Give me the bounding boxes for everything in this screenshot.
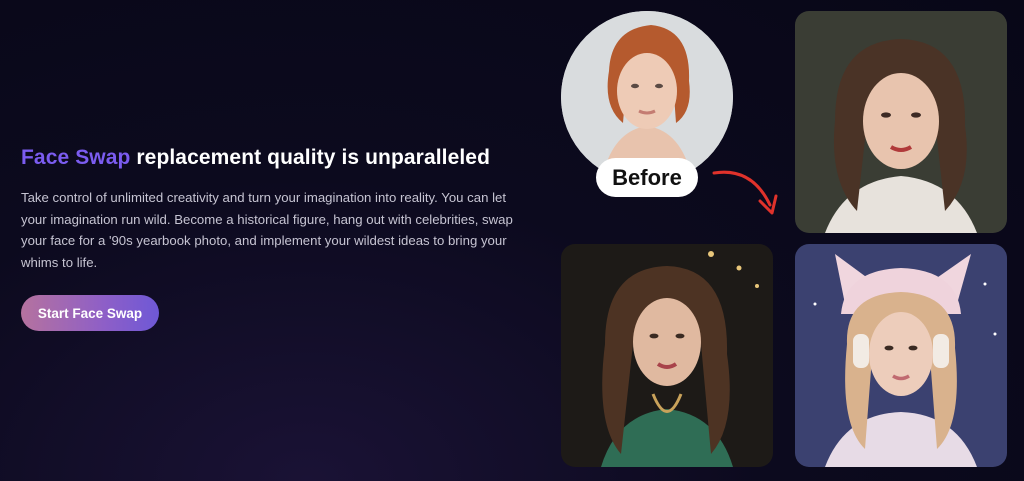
headline-accent: Face Swap bbox=[21, 146, 131, 169]
hero-description: Take control of unlimited creativity and… bbox=[21, 190, 513, 270]
before-label: Before bbox=[596, 158, 698, 197]
result-portrait-image bbox=[795, 11, 1007, 233]
result-portrait-image bbox=[795, 244, 1007, 467]
page-title: Face Swap replacement quality is unparal… bbox=[21, 146, 531, 170]
curved-arrow-icon bbox=[712, 170, 778, 215]
result-photo-1 bbox=[795, 11, 1007, 233]
start-face-swap-button[interactable]: Start Face Swap bbox=[21, 295, 159, 331]
hero-text: Face Swap replacement quality is unparal… bbox=[21, 146, 531, 273]
result-photo-3 bbox=[795, 244, 1007, 467]
result-photo-2 bbox=[561, 244, 773, 467]
headline-rest: replacement quality is unparalleled bbox=[130, 146, 491, 169]
result-portrait-image bbox=[561, 244, 773, 467]
